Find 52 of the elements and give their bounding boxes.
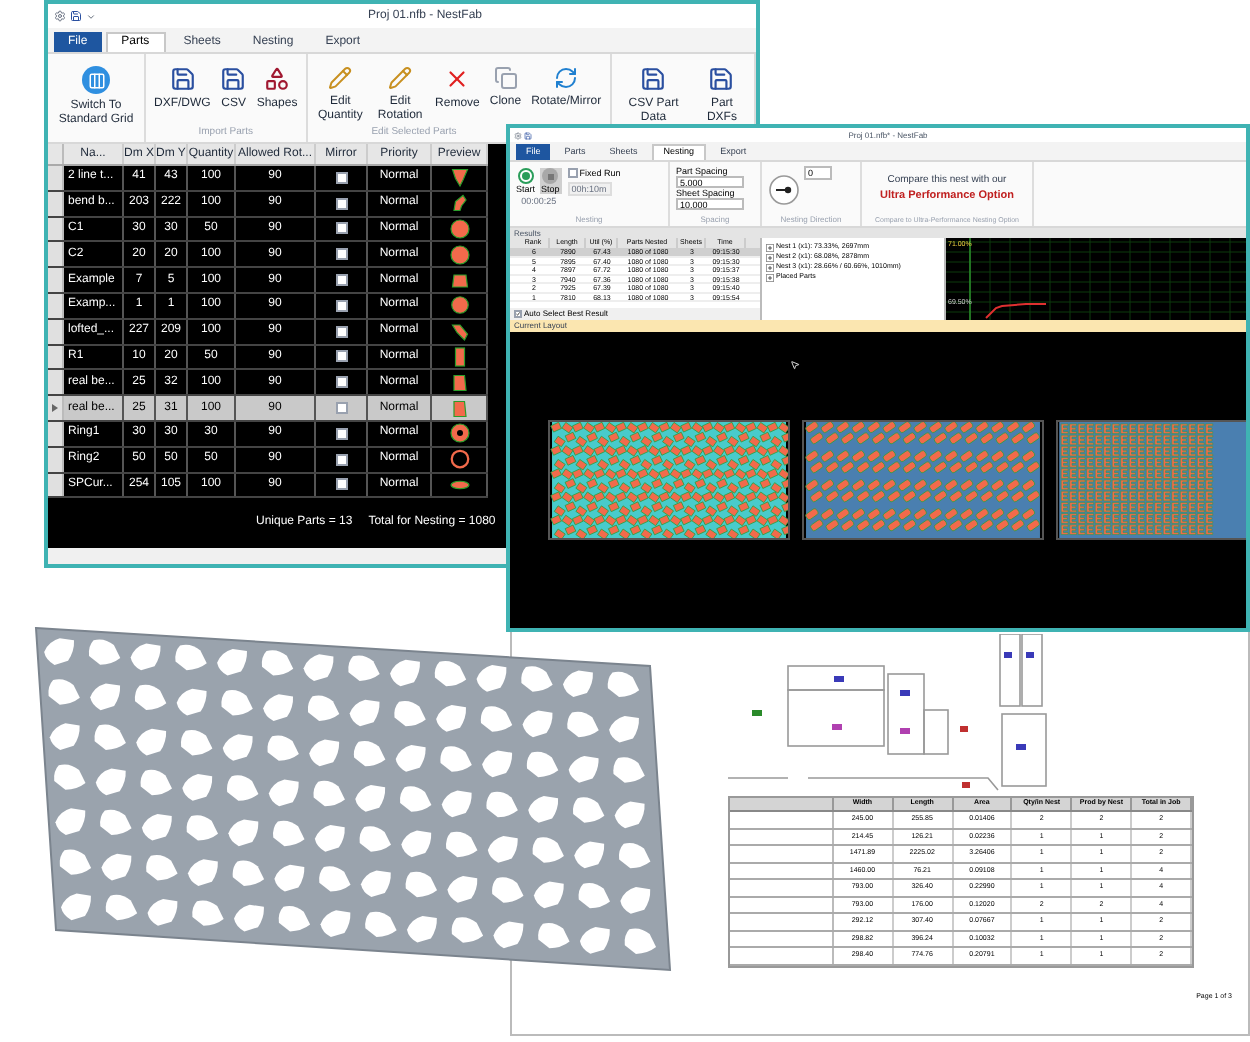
mirror-checkbox[interactable]	[335, 171, 347, 184]
mirror-checkbox[interactable]	[335, 427, 347, 440]
part-preview-icon	[447, 192, 471, 215]
refresh-icon	[554, 66, 579, 90]
part-preview-icon	[447, 166, 471, 189]
mirror-checkbox[interactable]	[335, 248, 347, 261]
mirror-checkbox[interactable]	[335, 274, 347, 287]
shapes-icon	[264, 66, 291, 92]
mirror-checkbox[interactable]	[335, 478, 347, 491]
settings-icon[interactable]	[514, 131, 522, 139]
mirror-checkbox[interactable]	[335, 453, 347, 466]
part-preview-icon	[447, 269, 471, 292]
cursor-icon	[790, 360, 800, 370]
mirror-checkbox[interactable]	[335, 376, 347, 389]
save-icon	[169, 66, 196, 92]
save-icon	[220, 66, 247, 92]
grid-icon	[82, 66, 110, 94]
mirror-checkbox[interactable]	[335, 299, 347, 312]
expand-icon[interactable]	[766, 253, 774, 261]
fixed-run-checkbox[interactable]	[567, 168, 578, 178]
mirror-checkbox[interactable]	[335, 402, 347, 415]
mirror-checkbox[interactable]	[335, 197, 347, 210]
close-icon	[444, 66, 471, 92]
part-preview-icon	[447, 320, 471, 343]
direction-dial-icon[interactable]	[768, 174, 800, 206]
part-preview-icon	[447, 448, 471, 471]
pencil-icon	[388, 66, 413, 90]
save-icon	[708, 66, 735, 92]
part-preview-icon	[447, 422, 471, 445]
play-icon	[517, 168, 534, 184]
part-preview-icon	[447, 243, 471, 266]
caret-icon[interactable]	[86, 11, 96, 21]
row-pointer-icon	[52, 404, 58, 413]
save-icon[interactable]	[524, 131, 532, 139]
part-preview-icon	[447, 371, 471, 394]
stop-icon	[542, 168, 559, 184]
expand-icon[interactable]	[766, 273, 774, 281]
save-icon[interactable]	[70, 10, 82, 22]
auto-select-checkbox[interactable]	[514, 310, 522, 318]
chart-line	[985, 303, 1047, 319]
settings-icon[interactable]	[54, 10, 66, 22]
part-preview-icon	[447, 217, 471, 240]
expand-icon[interactable]	[766, 263, 774, 271]
pencil-icon	[328, 66, 353, 90]
mirror-checkbox[interactable]	[335, 325, 347, 338]
save-icon	[640, 66, 667, 92]
part-preview-icon	[447, 397, 471, 420]
mirror-checkbox[interactable]	[335, 350, 347, 363]
mirror-checkbox[interactable]	[335, 222, 347, 235]
expand-icon[interactable]	[766, 243, 774, 251]
copy-icon	[493, 66, 518, 90]
part-preview-icon	[447, 294, 471, 317]
